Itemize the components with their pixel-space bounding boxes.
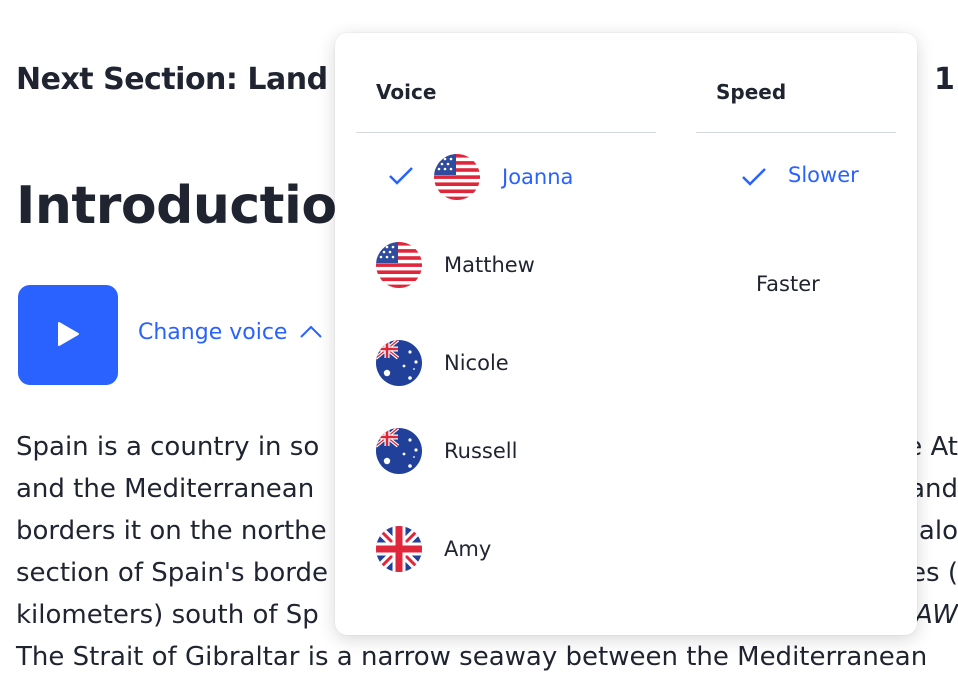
section-title: Introduction xyxy=(16,176,374,236)
voice-option-nicole[interactable]: Nicole xyxy=(376,340,509,386)
next-section-heading: Next Section: Land xyxy=(16,62,328,97)
play-icon xyxy=(57,321,79,349)
speed-label: Faster xyxy=(756,272,820,296)
speed-option-slower[interactable]: Slower xyxy=(741,163,859,187)
change-voice-label: Change voice xyxy=(138,320,288,345)
voice-option-amy[interactable]: Amy xyxy=(376,526,491,572)
voice-option-joanna[interactable]: Joanna xyxy=(389,154,574,200)
voice-name: Nicole xyxy=(444,351,509,375)
change-voice-toggle[interactable]: Change voice xyxy=(138,320,323,345)
checkmark-icon xyxy=(388,166,414,190)
voice-divider xyxy=(356,132,656,133)
page-counter: 1 o xyxy=(934,62,958,97)
voice-settings-popover: Voice Speed Joanna Matthew Nicole Russel… xyxy=(335,33,917,635)
chevron-up-icon xyxy=(299,320,323,345)
voice-name: Matthew xyxy=(444,253,535,277)
checkmark-icon xyxy=(741,167,767,192)
us-flag-icon xyxy=(434,154,480,200)
speed-label: Slower xyxy=(788,163,859,187)
voice-name: Amy xyxy=(444,537,492,561)
uk-flag-icon xyxy=(376,526,422,572)
voice-name: Joanna xyxy=(502,165,574,189)
play-button[interactable] xyxy=(18,285,118,385)
voice-option-russell[interactable]: Russell xyxy=(376,428,517,474)
voice-name: Russell xyxy=(444,439,518,463)
speed-option-faster[interactable]: Faster xyxy=(756,272,820,296)
speed-divider xyxy=(696,132,896,133)
voice-column-header: Voice xyxy=(376,80,437,104)
body-line: The Strait of Gibraltar is a narrow seaw… xyxy=(16,642,928,672)
voice-option-matthew[interactable]: Matthew xyxy=(376,242,535,288)
speed-column-header: Speed xyxy=(716,80,787,104)
au-flag-icon xyxy=(376,428,422,474)
us-flag-icon xyxy=(376,242,422,288)
au-flag-icon xyxy=(376,340,422,386)
